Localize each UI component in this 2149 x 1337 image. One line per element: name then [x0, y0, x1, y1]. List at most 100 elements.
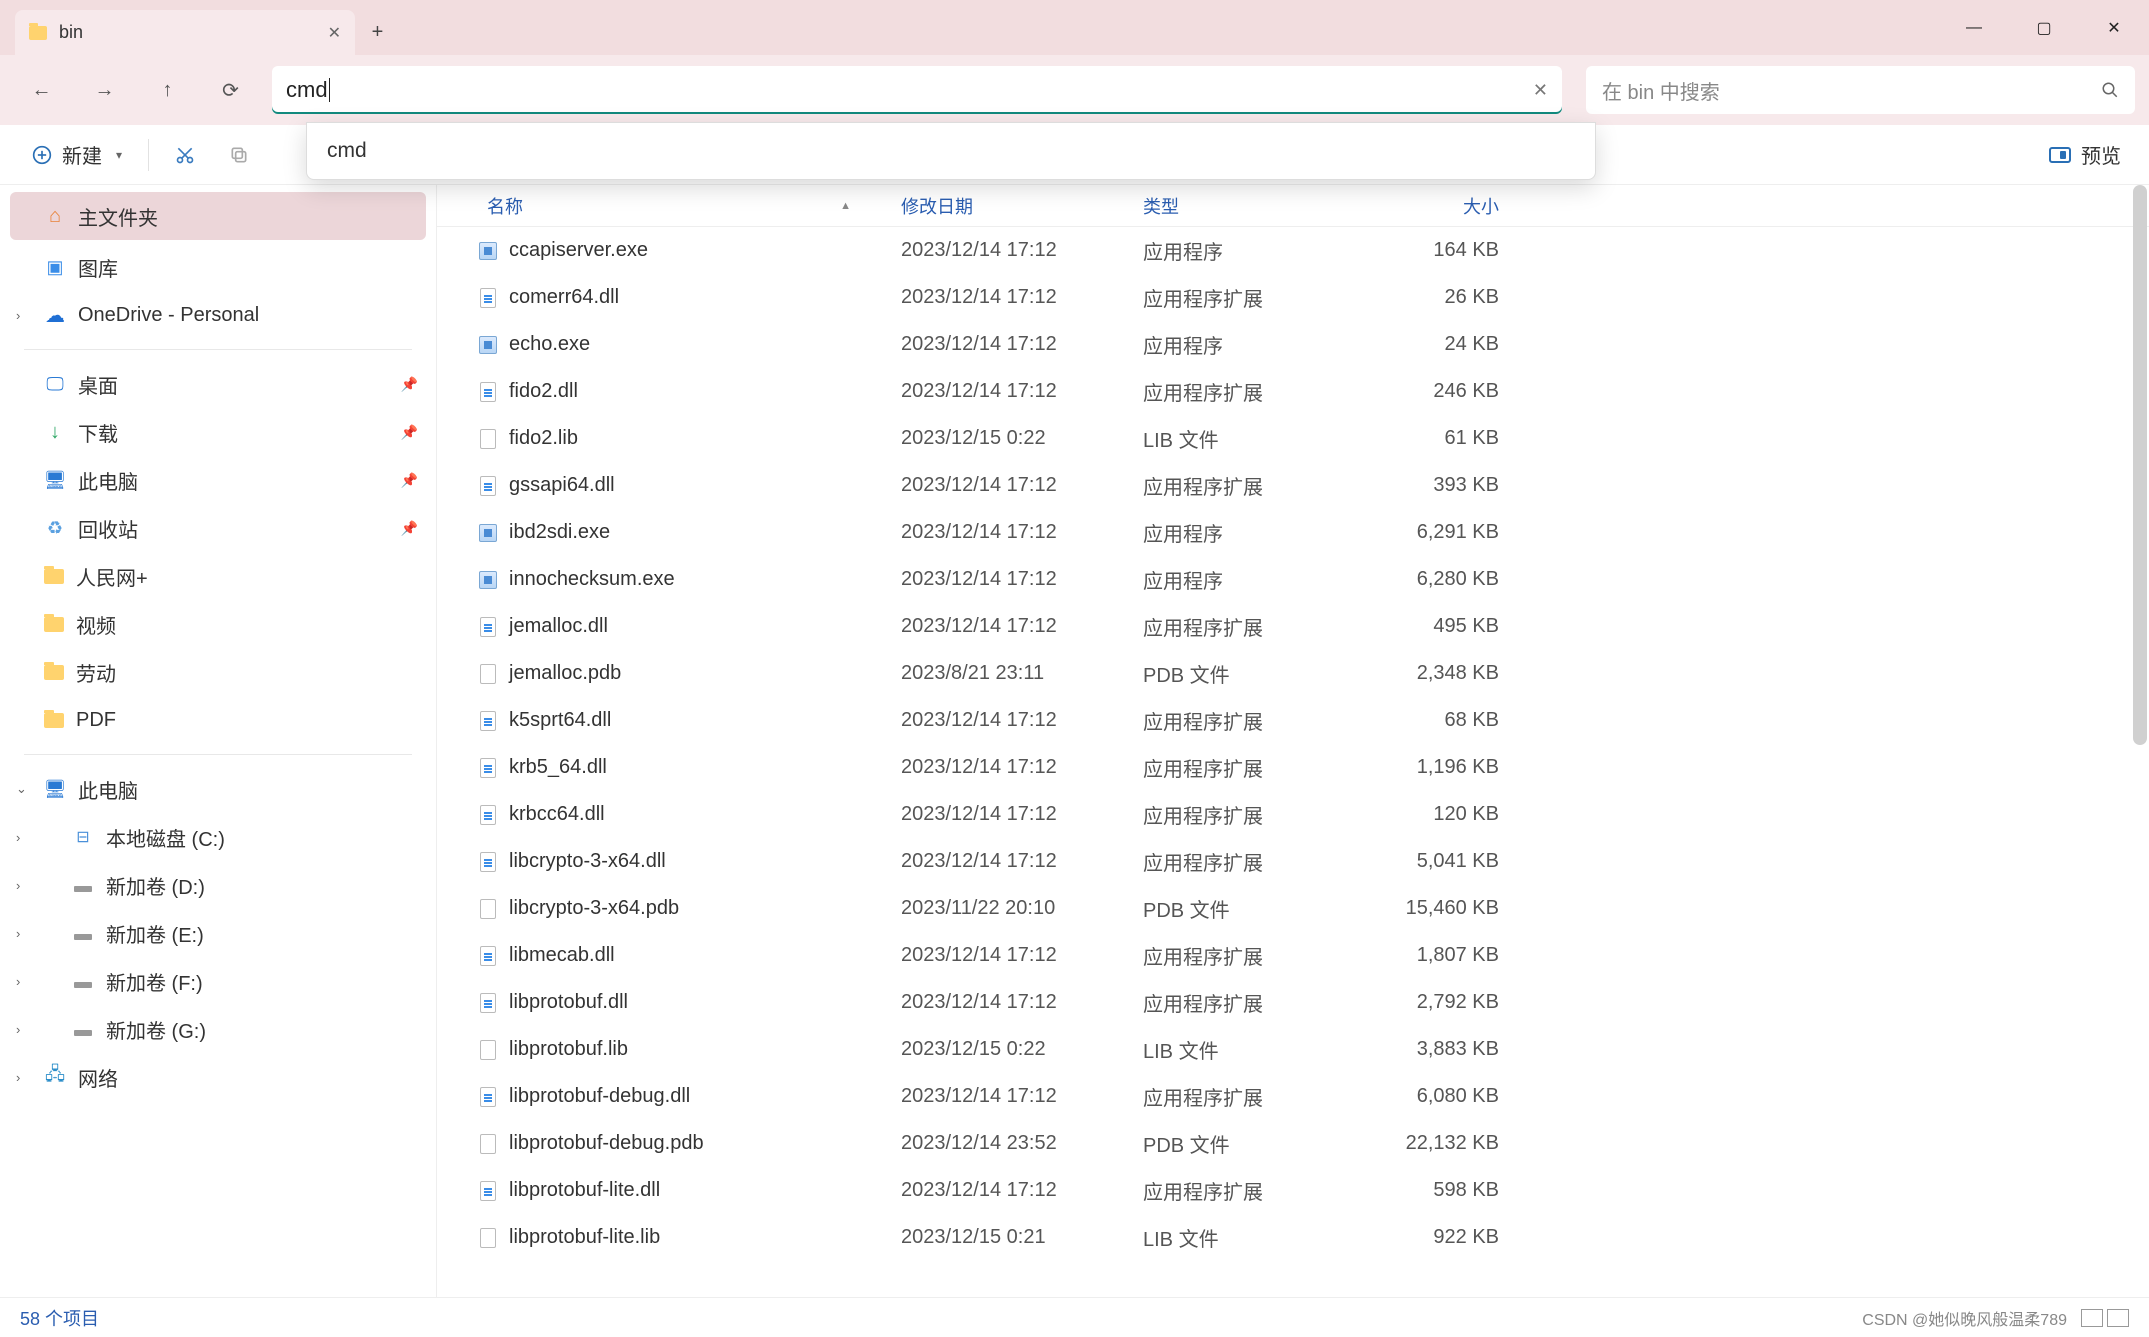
- file-icon: [477, 428, 499, 450]
- file-row[interactable]: krb5_64.dll2023/12/14 17:12应用程序扩展1,196 K…: [437, 744, 2149, 791]
- tab-bin[interactable]: bin ✕: [15, 10, 355, 55]
- file-row[interactable]: comerr64.dll2023/12/14 17:12应用程序扩展26 KB: [437, 274, 2149, 321]
- file-icon: [477, 1227, 499, 1249]
- sidebar-folder-laodong[interactable]: 劳动: [0, 648, 436, 696]
- forward-button[interactable]: →: [77, 67, 132, 113]
- search-input[interactable]: 在 bin 中搜索: [1586, 66, 2135, 114]
- refresh-button[interactable]: ⟳: [203, 67, 258, 113]
- file-name: gssapi64.dll: [509, 474, 615, 497]
- sidebar-thispc-pin[interactable]: 🖥 此电脑 📌: [0, 456, 436, 504]
- sidebar-disk-d[interactable]: › 新加卷 (D:): [0, 861, 436, 909]
- pin-icon[interactable]: 📌: [401, 472, 418, 489]
- file-row[interactable]: echo.exe2023/12/14 17:12应用程序24 KB: [437, 321, 2149, 368]
- view-grid-icon[interactable]: [2107, 1309, 2129, 1327]
- up-button[interactable]: ↑: [140, 67, 195, 113]
- sidebar-disk-f[interactable]: › 新加卷 (F:): [0, 957, 436, 1005]
- file-row[interactable]: libcrypto-3-x64.pdb2023/11/22 20:10PDB 文…: [437, 885, 2149, 932]
- sidebar-recycle[interactable]: ♻ 回收站 📌: [0, 504, 436, 552]
- file-name: echo.exe: [509, 333, 590, 356]
- file-row[interactable]: ccapiserver.exe2023/12/14 17:12应用程序164 K…: [437, 227, 2149, 274]
- file-row[interactable]: k5sprt64.dll2023/12/14 17:12应用程序扩展68 KB: [437, 697, 2149, 744]
- file-name: krb5_64.dll: [509, 756, 607, 779]
- pin-icon[interactable]: 📌: [401, 520, 418, 537]
- sidebar-disk-c[interactable]: › ⊟ 本地磁盘 (C:): [0, 813, 436, 861]
- sidebar-thispc[interactable]: ⌄ 🖥 此电脑: [0, 765, 436, 813]
- sidebar-onedrive[interactable]: › ☁ OneDrive - Personal: [0, 291, 436, 339]
- file-row[interactable]: libmecab.dll2023/12/14 17:12应用程序扩展1,807 …: [437, 932, 2149, 979]
- file-type: 应用程序扩展: [1133, 1082, 1341, 1111]
- file-size: 164 KB: [1341, 239, 1509, 262]
- col-date[interactable]: 修改日期: [891, 193, 1133, 219]
- sidebar-desktop[interactable]: 🖵 桌面 📌: [0, 360, 436, 408]
- file-row[interactable]: libprotobuf-debug.pdb2023/12/14 23:52PDB…: [437, 1120, 2149, 1167]
- file-name: libprotobuf.dll: [509, 991, 628, 1014]
- file-row[interactable]: ibd2sdi.exe2023/12/14 17:12应用程序6,291 KB: [437, 509, 2149, 556]
- file-row[interactable]: jemalloc.dll2023/12/14 17:12应用程序扩展495 KB: [437, 603, 2149, 650]
- file-row[interactable]: libcrypto-3-x64.dll2023/12/14 17:12应用程序扩…: [437, 838, 2149, 885]
- file-name: jemalloc.dll: [509, 615, 608, 638]
- sidebar-folder-renmin[interactable]: 人民网+: [0, 552, 436, 600]
- preview-button[interactable]: 预览: [2039, 140, 2131, 169]
- sidebar-home[interactable]: ⌂ 主文件夹: [10, 192, 426, 240]
- file-icon: [477, 663, 499, 685]
- minimize-button[interactable]: —: [1939, 0, 2009, 55]
- file-row[interactable]: fido2.dll2023/12/14 17:12应用程序扩展246 KB: [437, 368, 2149, 415]
- expand-icon[interactable]: ›: [16, 1022, 20, 1037]
- expand-icon[interactable]: ›: [16, 974, 20, 989]
- recycle-icon: ♻: [44, 519, 66, 537]
- back-button[interactable]: ←: [14, 67, 69, 113]
- file-list[interactable]: ccapiserver.exe2023/12/14 17:12应用程序164 K…: [437, 227, 2149, 1297]
- file-row[interactable]: libprotobuf-lite.lib2023/12/15 0:21LIB 文…: [437, 1214, 2149, 1261]
- file-row[interactable]: jemalloc.pdb2023/8/21 23:11PDB 文件2,348 K…: [437, 650, 2149, 697]
- collapse-icon[interactable]: ⌄: [16, 781, 27, 797]
- sidebar-disk-e[interactable]: › 新加卷 (E:): [0, 909, 436, 957]
- file-row[interactable]: innochecksum.exe2023/12/14 17:12应用程序6,28…: [437, 556, 2149, 603]
- expand-icon[interactable]: ›: [16, 878, 20, 893]
- expand-icon[interactable]: ›: [16, 308, 20, 323]
- sidebar-folder-video[interactable]: 视频: [0, 600, 436, 648]
- file-type: 应用程序扩展: [1133, 753, 1341, 782]
- sidebar-network[interactable]: › 🖧 网络: [0, 1053, 436, 1101]
- pc-icon: 🖥: [44, 471, 66, 489]
- close-button[interactable]: ✕: [2079, 0, 2149, 55]
- suggestion-item[interactable]: cmd: [307, 123, 1595, 179]
- col-type[interactable]: 类型: [1133, 193, 1341, 219]
- expand-icon[interactable]: ›: [16, 1070, 20, 1085]
- disk-icon: ⊟: [72, 828, 94, 846]
- expand-icon[interactable]: ›: [16, 926, 20, 941]
- sidebar-folder-pdf[interactable]: PDF: [0, 696, 436, 744]
- file-row[interactable]: libprotobuf.lib2023/12/15 0:22LIB 文件3,88…: [437, 1026, 2149, 1073]
- file-type: PDB 文件: [1133, 659, 1341, 688]
- search-icon[interactable]: [2101, 81, 2119, 99]
- new-button[interactable]: 新建 ▾: [18, 133, 136, 177]
- file-row[interactable]: fido2.lib2023/12/15 0:22LIB 文件61 KB: [437, 415, 2149, 462]
- file-row[interactable]: libprotobuf-lite.dll2023/12/14 17:12应用程序…: [437, 1167, 2149, 1214]
- home-icon: ⌂: [44, 207, 66, 225]
- file-row[interactable]: krbcc64.dll2023/12/14 17:12应用程序扩展120 KB: [437, 791, 2149, 838]
- sidebar-disk-g[interactable]: › 新加卷 (G:): [0, 1005, 436, 1053]
- maximize-button[interactable]: ▢: [2009, 0, 2079, 55]
- col-size[interactable]: 大小: [1341, 193, 1509, 219]
- file-row[interactable]: libprotobuf.dll2023/12/14 17:12应用程序扩展2,7…: [437, 979, 2149, 1026]
- tab-close-icon[interactable]: ✕: [328, 23, 341, 43]
- file-row[interactable]: gssapi64.dll2023/12/14 17:12应用程序扩展393 KB: [437, 462, 2149, 509]
- sidebar-pictures[interactable]: ▣ 图库: [0, 243, 436, 291]
- scrollbar[interactable]: [2133, 185, 2147, 745]
- pin-icon[interactable]: 📌: [401, 376, 418, 393]
- col-name[interactable]: 名称▲: [477, 193, 891, 219]
- download-icon: ↓: [44, 423, 66, 441]
- copy-button[interactable]: [215, 133, 263, 177]
- cut-button[interactable]: [161, 133, 209, 177]
- watermark: CSDN @她似晚风般温柔789: [1862, 1306, 2067, 1330]
- expand-icon[interactable]: ›: [16, 830, 20, 845]
- file-type: 应用程序扩展: [1133, 988, 1341, 1017]
- file-row[interactable]: libprotobuf-debug.dll2023/12/14 17:12应用程…: [437, 1073, 2149, 1120]
- view-list-icon[interactable]: [2081, 1309, 2103, 1327]
- sidebar-downloads[interactable]: ↓ 下载 📌: [0, 408, 436, 456]
- clear-address-icon[interactable]: ✕: [1533, 80, 1548, 101]
- file-date: 2023/12/15 0:21: [891, 1226, 1133, 1249]
- new-tab-button[interactable]: +: [355, 10, 400, 55]
- address-input[interactable]: cmd ✕: [272, 66, 1562, 114]
- pin-icon[interactable]: 📌: [401, 424, 418, 441]
- folder-icon: [44, 569, 64, 584]
